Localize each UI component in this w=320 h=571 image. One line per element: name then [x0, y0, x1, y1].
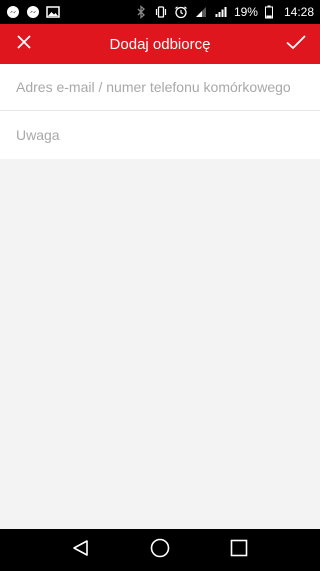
messenger-icon	[6, 5, 20, 19]
home-icon	[150, 538, 170, 563]
recents-button[interactable]	[219, 530, 259, 570]
battery-percent: 19%	[233, 5, 258, 19]
clock: 14:28	[283, 5, 314, 19]
recipient-input[interactable]	[16, 79, 304, 95]
navigation-bar	[0, 529, 320, 571]
confirm-button[interactable]	[272, 24, 320, 64]
alarm-icon	[174, 5, 188, 19]
recents-icon	[229, 538, 249, 563]
page-title: Dodaj odbiorcę	[109, 35, 211, 53]
back-button[interactable]	[61, 530, 101, 570]
app-bar: Dodaj odbiorcę	[0, 24, 320, 64]
signal-icon	[214, 5, 228, 19]
recipient-form	[0, 64, 320, 159]
messenger-icon	[26, 5, 40, 19]
system-icons: 19% 14:28	[134, 5, 314, 19]
empty-content-area	[0, 159, 320, 529]
home-button[interactable]	[140, 530, 180, 570]
close-button[interactable]	[0, 24, 48, 64]
close-icon	[16, 34, 32, 55]
bluetooth-icon	[134, 5, 148, 19]
note-input[interactable]	[16, 126, 304, 143]
battery-icon	[264, 5, 278, 19]
vibrate-icon	[154, 5, 168, 19]
notification-icons	[6, 5, 60, 19]
note-field-row	[0, 111, 320, 158]
status-bar: 19% 14:28	[0, 0, 320, 24]
image-icon	[46, 5, 60, 19]
wifi-icon	[194, 5, 208, 19]
check-icon	[285, 34, 307, 55]
back-icon	[71, 538, 91, 563]
recipient-field-row	[0, 64, 320, 111]
